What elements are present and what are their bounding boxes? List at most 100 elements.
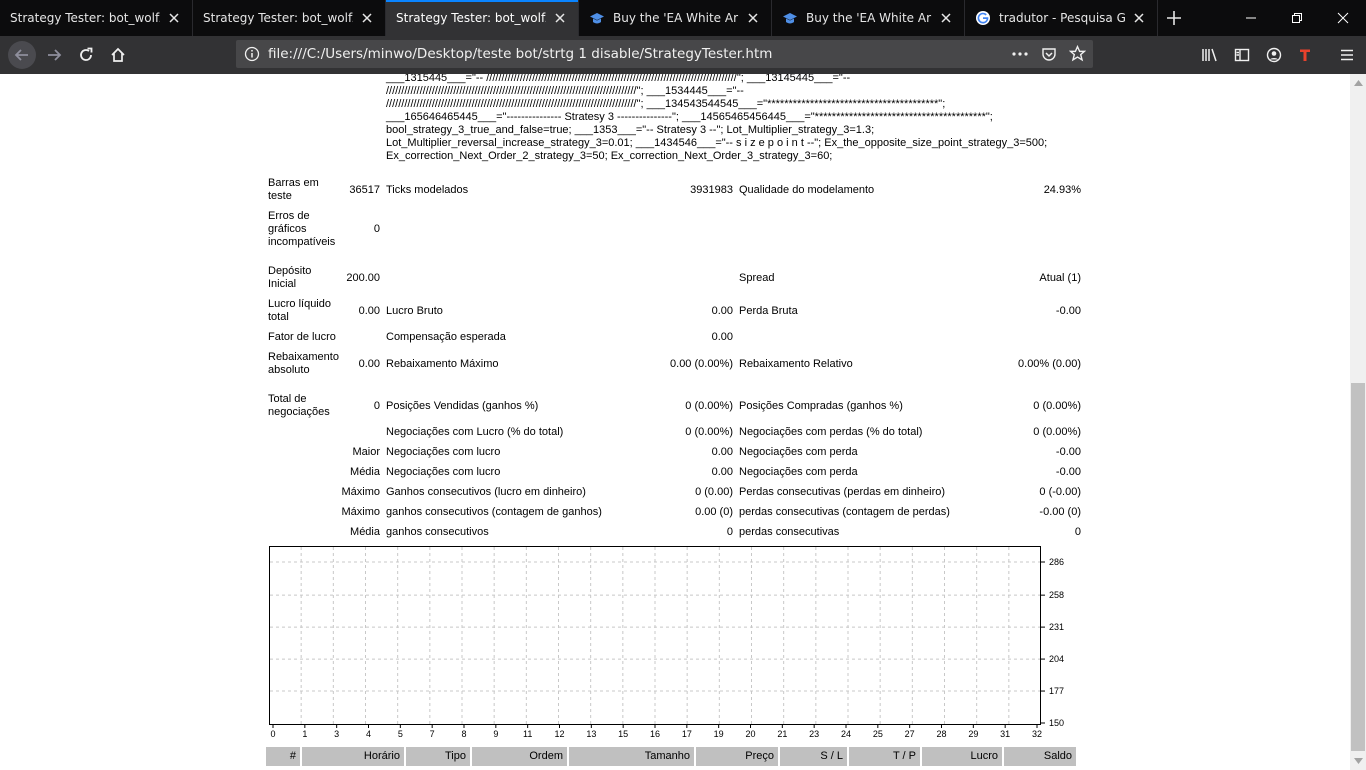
- home-icon: [111, 47, 125, 62]
- rebaix-abs-value: 0.00: [358, 358, 380, 370]
- col-header-time: Horário: [302, 747, 404, 766]
- url-bar[interactable]: file:///C:/Users/minwo/Desktop/teste bot…: [236, 40, 1093, 68]
- perda-bruta-label: Perda Bruta: [739, 305, 798, 317]
- close-icon[interactable]: [359, 10, 375, 26]
- forward-button[interactable]: [40, 41, 68, 69]
- param-line: ___1315445___="-- //////////////////////…: [386, 74, 851, 84]
- param-line: bool_strategy_3_true_and_false=true; ___…: [386, 124, 875, 136]
- tab-title: Strategy Tester: bot_wolfzeacl: [203, 11, 353, 25]
- browser-tab[interactable]: Buy the 'EA White Arbitra: [772, 0, 965, 36]
- sidebar-button[interactable]: [1228, 41, 1256, 69]
- perdas-consec3-label: perdas consecutivas: [739, 526, 840, 538]
- restore-button[interactable]: [1274, 0, 1320, 36]
- x-tick-label: 5: [398, 729, 403, 739]
- qualidade-value: 24.93%: [1043, 184, 1081, 196]
- x-tick-label: 12: [554, 729, 564, 739]
- back-button[interactable]: [8, 41, 36, 69]
- close-icon[interactable]: [938, 10, 954, 26]
- close-icon[interactable]: [1131, 10, 1147, 26]
- media-label: Média: [350, 466, 380, 478]
- spread-label: Spread: [739, 272, 775, 284]
- fator-lucro-label: Fator de lucro: [268, 331, 336, 343]
- maior-perda-value: -0.00: [1055, 446, 1081, 458]
- x-tick-label: 17: [682, 729, 692, 739]
- close-icon[interactable]: [552, 10, 568, 26]
- library-icon: [1202, 48, 1217, 62]
- tab-title: Buy the 'EA White Arbitra: [613, 11, 739, 25]
- scroll-down-button[interactable]: [1350, 753, 1366, 769]
- graduation-cap-icon: [590, 13, 604, 24]
- x-tick-label: 9: [493, 729, 498, 739]
- more-actions-icon[interactable]: [1011, 46, 1029, 62]
- x-tick-label: 0: [270, 729, 275, 739]
- param-line: Lot_Multiplier_reversal_increase_strateg…: [386, 137, 1048, 149]
- browser-tab[interactable]: Strategy Tester: bot_wolfzeacl: [0, 0, 193, 36]
- perda-bruta-value: -0.00: [1055, 305, 1081, 317]
- close-icon[interactable]: [166, 10, 182, 26]
- minimize-button[interactable]: [1228, 0, 1274, 36]
- x-tick-label: 27: [905, 729, 915, 739]
- ganhos-consec-label: Ganhos consecutivos (lucro em dinheiro): [386, 486, 586, 498]
- x-tick-label: 23: [809, 729, 819, 739]
- account-button[interactable]: [1260, 41, 1288, 69]
- x-tick-label: 7: [430, 729, 435, 739]
- deposito-value: 200.00: [346, 272, 380, 284]
- ganhos-consec2-value: 0.00 (0): [695, 506, 733, 518]
- col-header-balance: Saldo: [1004, 747, 1076, 766]
- media-lucro-label: Negociações com lucro: [386, 466, 501, 478]
- x-tick-label: 28: [936, 729, 946, 739]
- maior-perda-label: Negociações com perda: [739, 446, 858, 458]
- x-tick-label: 21: [777, 729, 787, 739]
- maior-lucro-value: 0.00: [711, 446, 733, 458]
- reload-button[interactable]: [72, 41, 100, 69]
- col-header-type: Tipo: [406, 747, 470, 766]
- extension-button[interactable]: [1291, 41, 1319, 69]
- media-label: Média: [350, 526, 380, 538]
- browser-tab[interactable]: Strategy Tester: bot_wolfzeacl: [193, 0, 386, 36]
- scroll-up-button[interactable]: [1350, 75, 1366, 91]
- neg-perdas-label: Negociações com perdas (% do total): [739, 426, 923, 438]
- x-tick-label: 24: [841, 729, 851, 739]
- param-line: ////////////////////////////////////////…: [386, 85, 744, 97]
- neg-lucro-label: Negociações com Lucro (% do total): [386, 426, 564, 438]
- new-tab-button[interactable]: [1158, 0, 1190, 36]
- lucro-liquido-value: 0.00: [358, 305, 380, 317]
- perdas-consec-value: 0 (-0.00): [1039, 486, 1081, 498]
- media-lucro-value: 0.00: [711, 466, 733, 478]
- close-icon[interactable]: [745, 10, 761, 26]
- hamburger-menu-icon: [1341, 49, 1353, 61]
- pos-vend-label: Posições Vendidas (ganhos %): [386, 400, 539, 412]
- close-window-button[interactable]: [1320, 0, 1366, 36]
- x-tick-label: 15: [618, 729, 628, 739]
- tab-bar: Strategy Tester: bot_wolfzeacl Strategy …: [0, 0, 1366, 36]
- pocket-icon[interactable]: [1041, 46, 1057, 62]
- menu-button[interactable]: [1333, 41, 1361, 69]
- perdas-consec3-value: 0: [1074, 526, 1081, 538]
- col-header-tp: T / P: [849, 747, 920, 766]
- total-neg-value: 0: [373, 400, 380, 412]
- neg-lucro-value: 0 (0.00%): [685, 426, 733, 438]
- y-tick-label: 231: [1049, 622, 1064, 632]
- neg-perdas-value: 0 (0.00%): [1033, 426, 1081, 438]
- browser-tab[interactable]: tradutor - Pesquisa Goog: [965, 0, 1158, 36]
- info-icon[interactable]: [244, 46, 260, 62]
- x-tick-label: 20: [745, 729, 755, 739]
- ganhos-consec3-label: ganhos consecutivos: [386, 526, 489, 538]
- ganhos-consec2-label: ganhos consecutivos (contagem de ganhos): [386, 506, 602, 518]
- x-tick-label: 29: [968, 729, 978, 739]
- graduation-cap-icon: [783, 13, 797, 24]
- close-icon: [1337, 12, 1349, 24]
- y-tick-label: 204: [1049, 654, 1064, 664]
- perdas-consec2-label: perdas consecutivas (contagem de perdas): [739, 506, 950, 518]
- compensacao-value: 0.00: [711, 331, 733, 343]
- browser-tab[interactable]: Buy the 'EA White Arbitra: [579, 0, 772, 36]
- home-button[interactable]: [104, 41, 132, 69]
- bookmark-star-icon[interactable]: [1069, 45, 1086, 62]
- media-perda-value: -0.00: [1055, 466, 1081, 478]
- browser-tab-active[interactable]: Strategy Tester: bot_wolfzeacl: [386, 0, 579, 36]
- chevron-down-icon: [1353, 758, 1363, 764]
- library-button[interactable]: [1196, 41, 1224, 69]
- scroll-thumb[interactable]: [1351, 383, 1365, 751]
- x-tick-label: 19: [714, 729, 724, 739]
- y-tick-label: 150: [1049, 718, 1064, 728]
